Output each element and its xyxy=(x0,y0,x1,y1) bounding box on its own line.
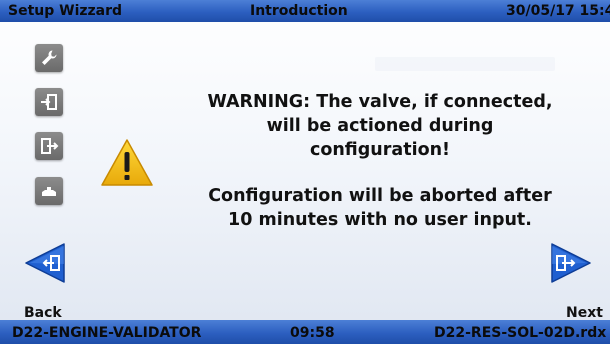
faded-background-text xyxy=(375,57,555,71)
wrench-button[interactable] xyxy=(35,44,63,72)
import-button[interactable] xyxy=(35,88,63,116)
title-bar: Setup Wizzard Introduction 30/05/17 15:4… xyxy=(0,0,610,22)
config-file-name: D22-RES-SOL-02D.rdx xyxy=(434,325,607,341)
warning-message: WARNING: The valve, if connected, will b… xyxy=(175,90,585,232)
export-icon xyxy=(41,138,59,154)
wrench-icon xyxy=(42,50,57,65)
abort-line-2: 10 minutes with no user input. xyxy=(228,210,532,230)
warning-icon xyxy=(101,139,153,186)
status-bar: D22-ENGINE-VALIDATOR 09:58 D22-RES-SOL-0… xyxy=(0,320,610,344)
warning-line-3: configuration! xyxy=(309,140,451,160)
datetime: 30/05/17 15:49 xyxy=(506,3,610,19)
next-label[interactable]: Next xyxy=(566,305,603,321)
abort-line-1: Configuration will be aborted after xyxy=(208,186,552,206)
back-arrow-icon xyxy=(25,243,65,283)
export-button[interactable] xyxy=(35,132,63,160)
step-title: Introduction xyxy=(250,3,348,19)
wizard-title: Setup Wizzard xyxy=(8,3,123,19)
import-icon xyxy=(41,94,57,110)
valve-icon xyxy=(42,187,56,196)
valve-button[interactable] xyxy=(35,177,63,205)
device-name: D22-ENGINE-VALIDATOR xyxy=(12,325,202,341)
warning-line-1: WARNING: The valve, if connected, xyxy=(207,92,553,112)
next-button[interactable] xyxy=(550,242,592,284)
warning-line-2: will be actioned during xyxy=(266,116,494,136)
next-arrow-icon xyxy=(551,243,591,283)
setup-wizard-screen: Setup Wizzard Introduction 30/05/17 15:4… xyxy=(0,0,610,344)
back-label[interactable]: Back xyxy=(24,305,62,321)
back-button[interactable] xyxy=(24,242,66,284)
clock: 09:58 xyxy=(290,325,335,341)
